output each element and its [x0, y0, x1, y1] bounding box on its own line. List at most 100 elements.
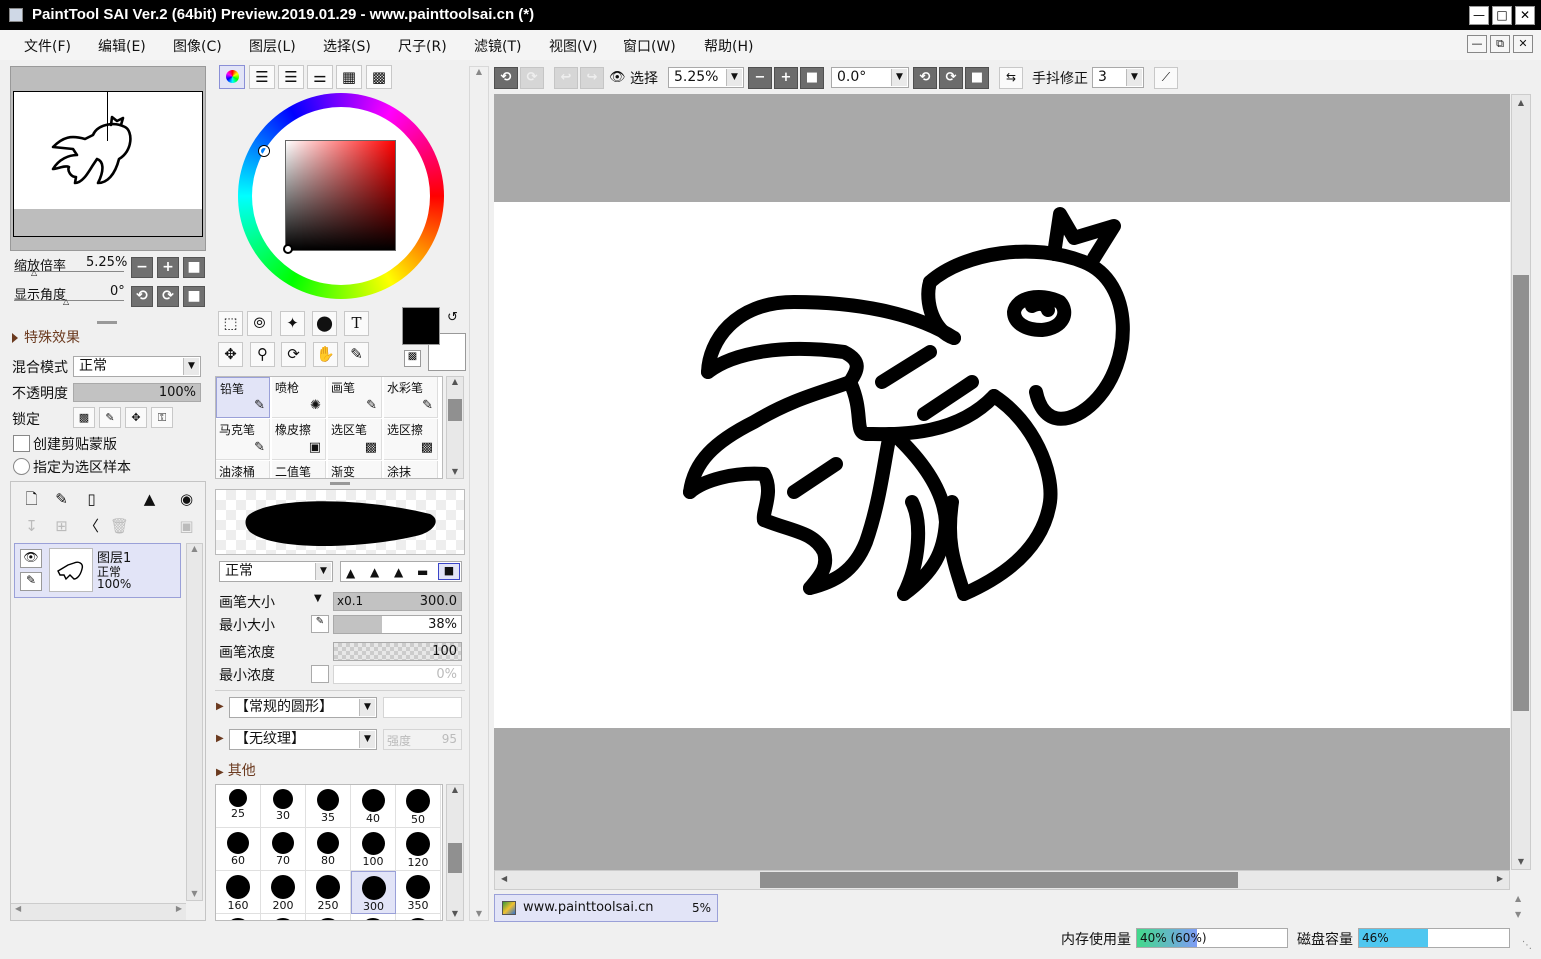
shape-tool[interactable]: ⬤ [312, 311, 337, 336]
selection-sample-checkbox[interactable] [13, 458, 30, 475]
pressure-density-toggle[interactable] [311, 665, 329, 683]
menu-ruler[interactable]: 尺子(R) [398, 36, 447, 56]
deselect-button[interactable]: ↩ [554, 67, 578, 89]
angle-select[interactable]: 0.0° ▼ [831, 67, 909, 88]
texture-strength-slider[interactable]: 强度 95 [383, 729, 462, 750]
brush-size-preset[interactable]: 25 [216, 785, 261, 828]
brush-slot[interactable]: 涂抹 [384, 461, 438, 478]
brush-size-preset[interactable] [261, 914, 306, 920]
transparent-color-button[interactable]: ▩ [404, 350, 421, 367]
canvas-viewport[interactable] [494, 94, 1510, 870]
merge-down-button[interactable]: ⊞ [49, 515, 74, 540]
tip-sharp-button[interactable]: ▲ [346, 566, 355, 580]
brush-size-preset[interactable]: 200 [261, 871, 306, 914]
texture-expand-icon[interactable]: ▶ [216, 733, 224, 744]
rect-select-tool[interactable]: ⬚ [218, 311, 243, 336]
brush-blend-select[interactable]: 正常 ▼ [219, 561, 333, 582]
brush-size-preset[interactable] [351, 914, 396, 920]
brush-size-preset[interactable] [216, 914, 261, 920]
undo-button[interactable]: ⟲ [494, 67, 518, 89]
menu-view[interactable]: 视图(V) [549, 36, 598, 56]
drawing-canvas[interactable] [494, 202, 1510, 728]
doc-minimize-button[interactable]: — [1467, 35, 1487, 53]
menu-window[interactable]: 窗口(W) [623, 36, 676, 56]
menu-select[interactable]: 选择(S) [323, 36, 371, 56]
size-dropdown-icon[interactable]: ▼ [314, 593, 322, 604]
menu-filter[interactable]: 滤镜(T) [474, 36, 521, 56]
brush-slot[interactable]: 油漆桶 [216, 461, 270, 478]
brush-size-preset[interactable]: 60 [216, 828, 261, 871]
brush-size-preset[interactable]: 300 [351, 871, 396, 914]
color-wheel-tab[interactable] [219, 65, 245, 89]
brush-texture-select[interactable]: 【无纹理】 ▼ [229, 729, 377, 750]
brush-size-preset[interactable]: 100 [351, 828, 396, 871]
lock-transparency-button[interactable]: ▩ [73, 407, 95, 428]
brush-slot[interactable]: 水彩笔 ✎ [384, 377, 438, 418]
brush-size-preset[interactable]: 30 [261, 785, 306, 828]
effects-header[interactable]: 特殊效果 [12, 327, 80, 347]
document-tab[interactable]: www.painttoolsai.cn 5% [494, 894, 718, 922]
menu-image[interactable]: 图像(C) [173, 36, 222, 56]
toolbar-rotate-reset-button[interactable]: ■ [965, 67, 989, 89]
brush-slot[interactable]: 选区擦 ▩ [384, 419, 438, 460]
zoom-reset-button[interactable]: ■ [183, 257, 205, 278]
tip-square-button[interactable]: ■ [438, 563, 460, 580]
panel-scrollbar[interactable]: ▲ ▼ [469, 66, 489, 921]
toolbar-zoom-out-button[interactable]: − [748, 67, 772, 89]
tab-scroll-up-icon[interactable]: ▲ [1515, 894, 1521, 903]
invert-selection-button[interactable]: ↪ [580, 67, 604, 89]
brush-size-preset[interactable]: 250 [306, 871, 351, 914]
doc-close-button[interactable]: ✕ [1513, 35, 1533, 53]
transfer-down-button[interactable]: ↧ [19, 515, 44, 540]
clear-layer-button[interactable]: 〈 [79, 515, 104, 540]
swatches-tab[interactable]: ▦ [336, 65, 362, 89]
brush-slot[interactable]: 渐变 [328, 461, 382, 478]
straight-line-button[interactable]: ⟋ [1154, 67, 1178, 89]
brush-slot[interactable]: 铅笔 ✎ [216, 377, 270, 418]
density-slider[interactable]: 100 [333, 642, 462, 661]
navigator-viewport[interactable] [13, 91, 203, 237]
brush-size-preset[interactable] [306, 914, 351, 920]
brush-size-preset[interactable] [396, 914, 441, 920]
resize-grip-icon[interactable]: ⋱ [1522, 940, 1532, 951]
primary-color-swatch[interactable] [402, 307, 440, 345]
canvas-vscrollbar[interactable]: ▲ ▼ [1511, 94, 1531, 870]
layer-visibility-toggle[interactable]: 👁 [20, 549, 42, 568]
panel-splitter[interactable] [97, 321, 117, 324]
brush-grid-scrollbar[interactable]: ▲ ▼ [446, 376, 464, 479]
rgb-slider-tab[interactable]: ☰ [249, 65, 275, 89]
opacity-slider[interactable]: 100% [73, 383, 201, 402]
move-tool[interactable]: ✥ [218, 342, 243, 367]
saturation-value-square[interactable] [285, 140, 396, 251]
hand-tool[interactable]: ✋ [313, 342, 338, 367]
other-header[interactable]: ▶ 其他 [216, 760, 256, 780]
menu-help[interactable]: 帮助(H) [704, 36, 753, 56]
brush-size-slider[interactable]: x0.1 300.0 [333, 592, 462, 611]
brush-size-preset[interactable]: 70 [261, 828, 306, 871]
new-folder-button[interactable]: ▯ [79, 488, 104, 513]
eyedropper-tool[interactable]: ✎ [344, 342, 369, 367]
toolbar-zoom-reset-button[interactable]: ■ [800, 67, 824, 89]
lock-move-button[interactable]: ✥ [125, 407, 147, 428]
toolbar-rotate-ccw-button[interactable]: ⟲ [913, 67, 937, 89]
rotate-reset-button[interactable]: ■ [183, 286, 205, 307]
hsv-slider-tab[interactable]: ☰ [278, 65, 304, 89]
zoom-out-button[interactable]: − [131, 257, 153, 278]
zoom-select[interactable]: 5.25% ▼ [668, 67, 744, 88]
brush-slot[interactable]: 选区笔 ▩ [328, 419, 382, 460]
layer-hscrollbar[interactable]: ◀ ▶ [11, 903, 186, 920]
layer-scrollbar[interactable]: ▲ ▼ [186, 543, 203, 901]
navigator-preview[interactable] [10, 66, 206, 251]
brush-size-preset[interactable]: 40 [351, 785, 396, 828]
magic-wand-tool[interactable]: ✦ [280, 311, 305, 336]
lock-paint-button[interactable]: ✎ [99, 407, 121, 428]
lasso-tool[interactable]: ⦾ [247, 311, 272, 336]
hue-marker[interactable] [259, 146, 269, 156]
brush-slot[interactable]: 画笔 ✎ [328, 377, 382, 418]
tip-round-button[interactable]: ▲ [370, 565, 379, 579]
shape-expand-icon[interactable]: ▶ [216, 701, 224, 712]
menu-file[interactable]: 文件(F) [24, 36, 71, 56]
min-density-slider[interactable]: 0% [333, 665, 462, 684]
flip-horizontal-button[interactable]: ⇆ [999, 67, 1023, 89]
brush-slot[interactable]: 二值笔 [272, 461, 326, 478]
